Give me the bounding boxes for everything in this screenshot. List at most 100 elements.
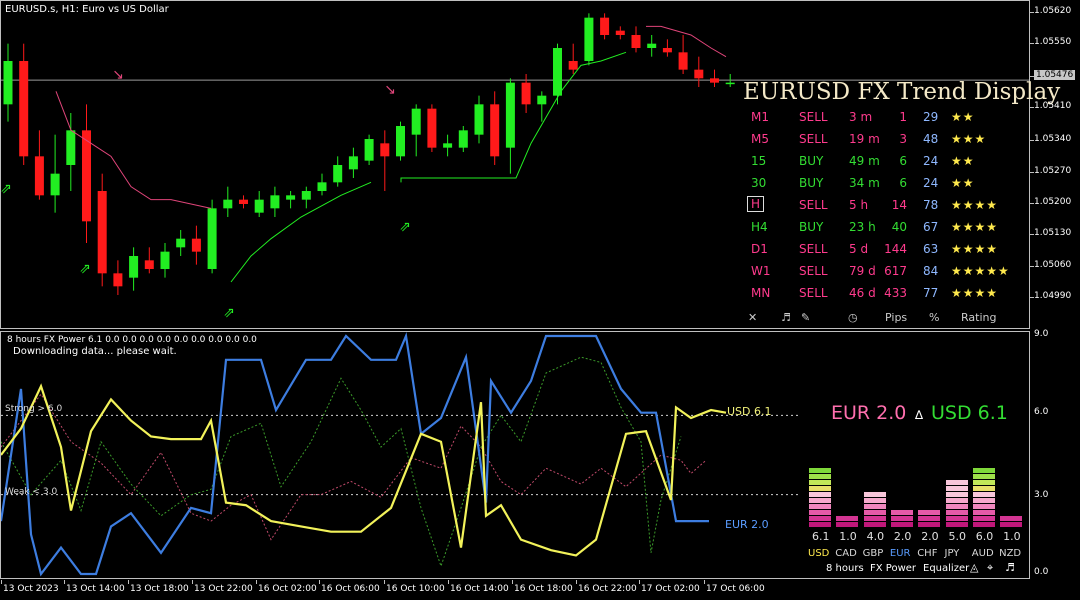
trend-row-15[interactable]: 15 BUY 49 m 6 24 ★★ <box>741 154 1031 174</box>
candle <box>631 35 641 48</box>
trend-age: 23 h <box>849 220 876 234</box>
power-axis-label: 0.0 <box>1034 567 1049 577</box>
direction-label: SELL <box>799 242 828 256</box>
candle <box>160 251 170 269</box>
trend-pips: 14 <box>891 198 907 212</box>
timeframe-label: 15 <box>751 154 767 168</box>
eq-currency-label: AUD <box>971 548 994 559</box>
trend-percent: 48 <box>923 132 939 146</box>
eq-currency-label: CHF <box>917 548 938 559</box>
timeframe-label: 30 <box>751 176 767 190</box>
trend-row-h4[interactable]: H4 BUY 23 h 40 67 ★★★★ <box>741 220 1031 240</box>
candle <box>647 43 657 48</box>
time-axis-label: 16 Oct 02:00 <box>258 584 317 594</box>
target-icon[interactable]: ⌖ <box>987 561 993 575</box>
trend-pips: 3 <box>899 132 907 146</box>
candle <box>129 256 139 278</box>
candle <box>364 139 374 161</box>
trend-age: 34 m <box>849 176 880 190</box>
signal-arrow-icon: ↘ <box>112 67 124 83</box>
trend-row-m5[interactable]: M5 SELL 19 m 3 48 ★★★ <box>741 132 1031 152</box>
trend-row-mn[interactable]: MN SELL 46 d 433 77 ★★★★ <box>741 286 1031 306</box>
trend-row-30[interactable]: 30 BUY 34 m 6 24 ★★ <box>741 176 1031 196</box>
signal-arrow-icon: ⇗ <box>79 261 91 277</box>
rating-stars: ★★★★ <box>951 286 999 300</box>
candle <box>725 82 735 85</box>
timeframe-label: W1 <box>751 264 771 278</box>
time-axis-label: 17 Oct 02:00 <box>641 584 700 594</box>
time-axis-label: 16 Oct 06:00 <box>321 584 380 594</box>
candle <box>396 126 405 157</box>
time-axis-label: 16 Oct 10:00 <box>386 584 445 594</box>
eq-footer-equalizer[interactable]: Equalizer <box>923 563 969 574</box>
candle <box>191 238 201 252</box>
music-icon[interactable]: ♬ <box>781 311 791 324</box>
rating-stars: ★★ <box>951 154 975 168</box>
trend-row-d1[interactable]: D1 SELL 5 d 144 63 ★★★★ <box>741 242 1031 262</box>
trend-age: 79 d <box>849 264 876 278</box>
rating-stars: ★★★★ <box>951 242 999 256</box>
candle <box>584 17 594 62</box>
direction-label: BUY <box>799 154 824 168</box>
timeframe-label: H <box>747 196 765 212</box>
candle <box>144 260 154 269</box>
eq-currency-label: GBP <box>862 548 884 559</box>
candle <box>443 143 453 148</box>
eq-value: 4.0 <box>866 530 885 543</box>
price-axis-label: 1.05130 <box>1034 228 1072 238</box>
candle <box>333 165 343 183</box>
direction-label: SELL <box>799 286 828 300</box>
trend-percent: 77 <box>923 286 939 300</box>
indicator-header: 8 hours FX Power 6.1 0.0 0.0 0.0 0.0 0.0… <box>7 335 257 345</box>
trend-age: 19 m <box>849 132 880 146</box>
rating-header: Rating <box>961 311 997 324</box>
direction-label: SELL <box>799 198 828 212</box>
rating-stars: ★★★★★ <box>951 264 1010 278</box>
trend-row-w1[interactable]: W1 SELL 79 d 617 84 ★★★★★ <box>741 264 1031 284</box>
direction-label: SELL <box>799 132 828 146</box>
settings-icon[interactable]: ◬ <box>970 561 978 574</box>
candle <box>113 273 123 287</box>
price-chart-pane[interactable]: EURUSD.s, H1: Euro vs US Dollar ↘ ↘ ⇗ ⇗ ⇗ ⇗ E… <box>0 0 1060 329</box>
direction-label: BUY <box>799 220 824 234</box>
time-axis-label: 13 Oct 2023 <box>3 584 59 594</box>
eur-line-label: EUR 2.0 <box>725 518 769 531</box>
fx-power-pane[interactable]: 8 hours FX Power 6.1 0.0 0.0 0.0 0.0 0.0… <box>0 331 1030 579</box>
price-axis-label: 1.05270 <box>1034 166 1072 176</box>
trend-age: 5 h <box>849 198 869 212</box>
trend-percent: 78 <box>923 198 939 212</box>
eq-footer-timeframe[interactable]: 8 hours <box>826 563 864 574</box>
price-axis-label: 1.05476 <box>1034 70 1076 80</box>
power-axis-label: 6.0 <box>1034 407 1049 417</box>
time-axis-label: 16 Oct 18:00 <box>514 584 573 594</box>
pen-icon[interactable]: ✎ <box>801 311 810 324</box>
sound-icon[interactable]: ♬ <box>1005 561 1015 574</box>
price-axis-label: 1.05200 <box>1034 197 1072 207</box>
direction-label: BUY <box>799 176 824 190</box>
price-axis-label: 1.05340 <box>1034 134 1072 144</box>
delta-icon: ∆ <box>915 408 924 422</box>
trend-percent: 29 <box>923 110 939 124</box>
price-axis-label: 1.04990 <box>1034 291 1072 301</box>
candle <box>66 130 76 165</box>
pair-quote-strength: USD 6.1 <box>931 402 1008 424</box>
eq-value: 2.0 <box>893 530 912 543</box>
trend-age: 49 m <box>849 154 880 168</box>
trend-pips: 6 <box>899 154 907 168</box>
direction-label: SELL <box>799 110 828 124</box>
trend-pips: 40 <box>891 220 907 234</box>
close-icon[interactable]: ✕ <box>748 311 757 324</box>
trend-row-h[interactable]: H SELL 5 h 14 78 ★★★★ <box>741 196 1031 218</box>
price-axis-label: 1.05550 <box>1034 37 1072 47</box>
candle <box>270 195 280 209</box>
time-axis-label: 13 Oct 18:00 <box>130 584 189 594</box>
rating-stars: ★★★★ <box>951 198 999 212</box>
eq-footer-fxpower[interactable]: FX Power <box>870 563 916 574</box>
trend-pips: 617 <box>884 264 907 278</box>
rating-stars: ★★★★ <box>951 220 999 234</box>
time-axis-label: 13 Oct 14:00 <box>66 584 125 594</box>
candle <box>694 69 704 79</box>
trend-row-m1[interactable]: M1 SELL 3 m 1 29 ★★ <box>741 110 1031 130</box>
clock-icon: ◷ <box>848 311 858 324</box>
pips-header: Pips <box>885 311 908 324</box>
